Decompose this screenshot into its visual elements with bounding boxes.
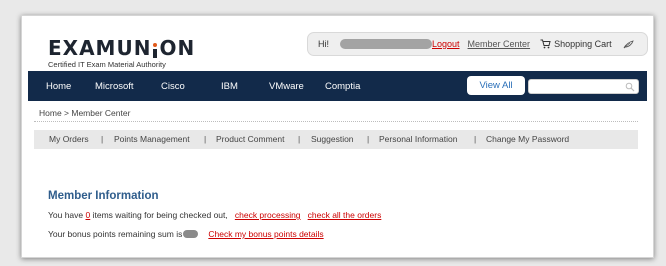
subnav-separator: | — [101, 134, 104, 144]
subnav-personal-information[interactable]: Personal Information — [379, 134, 457, 144]
username-redacted — [340, 39, 432, 49]
search-input[interactable] — [528, 79, 639, 94]
shopping-cart-link[interactable]: Shopping Cart — [554, 39, 612, 49]
bonus-details-link[interactable]: Check my bonus points details — [208, 229, 323, 239]
main-nav: Home Microsoft Cisco IBM VMware Comptia … — [28, 71, 647, 101]
logo-text-part2: ON — [159, 36, 196, 60]
bonus-prefix: Your bonus points remaining sum is — [48, 229, 183, 239]
pending-prefix: You have — [48, 210, 84, 220]
divider — [34, 121, 638, 122]
nav-item-ibm[interactable]: IBM — [221, 81, 238, 92]
greeting: Hi! — [318, 39, 329, 49]
member-info-title: Member Information — [48, 190, 159, 202]
member-subnav: My Orders | Points Management | Product … — [34, 130, 638, 149]
logo-text-part1: EXAMUN — [48, 36, 152, 60]
check-all-orders-link[interactable]: check all the orders — [308, 210, 382, 220]
view-all-button[interactable]: View All — [467, 76, 525, 95]
subnav-separator: | — [474, 134, 477, 144]
bonus-value-redacted — [183, 230, 199, 238]
subnav-my-orders[interactable]: My Orders — [49, 134, 89, 144]
cart-icon[interactable] — [540, 39, 551, 49]
logo-i-mark — [152, 43, 158, 58]
subnav-product-comment[interactable]: Product Comment — [216, 134, 285, 144]
subnav-separator: | — [298, 134, 301, 144]
page-frame: EXAMUN ON Certified IT Exam Material Aut… — [21, 15, 654, 258]
subnav-separator: | — [204, 134, 207, 144]
pending-suffix: items waiting for being checked out, — [92, 210, 228, 220]
breadcrumb: Home > Member Center — [39, 108, 131, 118]
subnav-suggestion[interactable]: Suggestion — [311, 134, 354, 144]
pending-count-link[interactable]: 0 — [86, 210, 91, 220]
logout-link[interactable]: Logout — [432, 39, 460, 49]
nav-item-vmware[interactable]: VMware — [269, 81, 304, 92]
subnav-change-password[interactable]: Change My Password — [486, 134, 569, 144]
leaf-icon — [623, 39, 634, 49]
logo[interactable]: EXAMUN ON Certified IT Exam Material Aut… — [48, 38, 195, 69]
subnav-separator: | — [367, 134, 370, 144]
pending-orders-line: You have 0 items waiting for being check… — [48, 210, 381, 220]
nav-item-cisco[interactable]: Cisco — [161, 81, 185, 92]
nav-item-microsoft[interactable]: Microsoft — [95, 81, 134, 92]
nav-item-home[interactable]: Home — [46, 81, 71, 92]
check-processing-link[interactable]: check processing — [235, 210, 301, 220]
logo-wordmark: EXAMUN ON — [48, 38, 195, 58]
member-center-link[interactable]: Member Center — [468, 39, 531, 49]
nav-item-comptia[interactable]: Comptia — [325, 81, 360, 92]
tagline: Certified IT Exam Material Authority — [48, 60, 166, 69]
subnav-points-management[interactable]: Points Management — [114, 134, 190, 144]
user-bar: Hi! Logout Member Center Shopping Cart — [307, 32, 648, 56]
bonus-points-line: Your bonus points remaining sum is Check… — [48, 229, 324, 239]
search-icon[interactable] — [625, 82, 635, 92]
